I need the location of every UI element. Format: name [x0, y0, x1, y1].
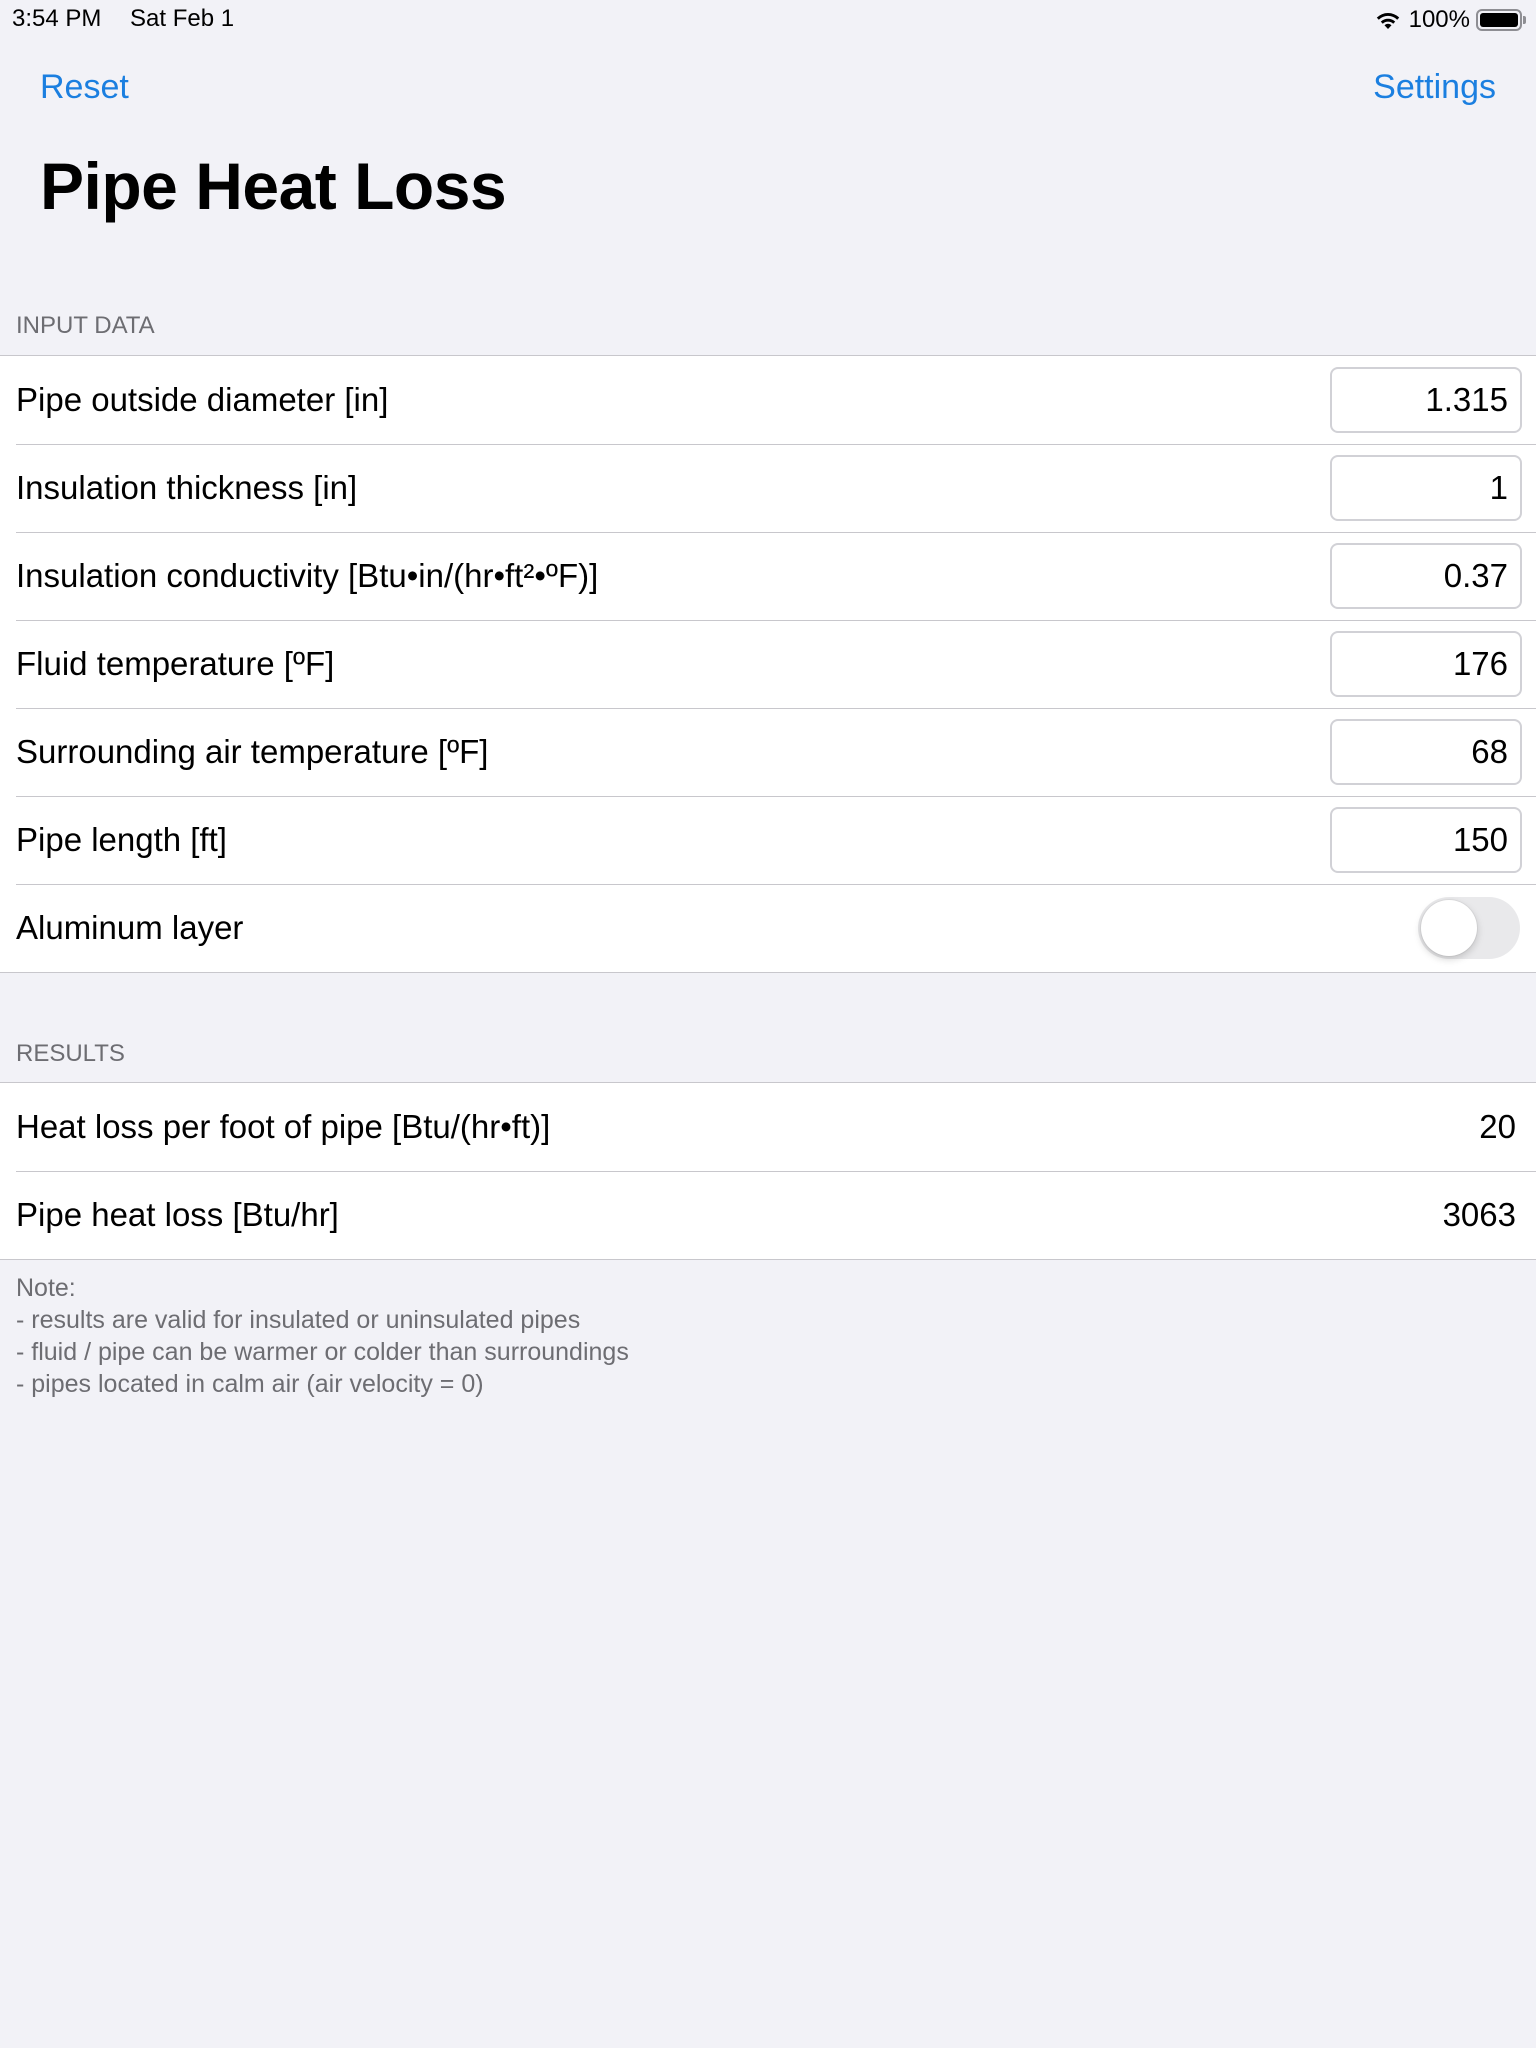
input-section-header: INPUT DATA: [16, 312, 155, 339]
battery-full-icon: [1476, 9, 1526, 31]
pipe-length-field[interactable]: [1330, 807, 1522, 873]
settings-button[interactable]: Settings: [1373, 68, 1496, 107]
input-row-aluminum-layer: Aluminum layer: [0, 884, 1536, 972]
results-table: Heat loss per foot of pipe [Btu/(hr•ft)]…: [0, 1082, 1536, 1260]
result-value: 3063: [1442, 1196, 1516, 1233]
note: Note: - results are valid for insulated …: [16, 1272, 629, 1400]
results-section-header: RESULTS: [16, 1040, 125, 1067]
input-label: Pipe outside diameter [in]: [16, 381, 389, 418]
result-value: 20: [1479, 1108, 1516, 1145]
input-table: Pipe outside diameter [in] Insulation th…: [0, 355, 1536, 973]
result-label: Heat loss per foot of pipe [Btu/(hr•ft)]: [16, 1108, 551, 1145]
result-row-pipe-heat-loss: Pipe heat loss [Btu/hr] 3063: [0, 1171, 1536, 1259]
input-label: Insulation conductivity [Btu•in/(hr•ft²•…: [16, 557, 599, 594]
aluminum-layer-toggle[interactable]: [1418, 897, 1520, 959]
input-row-pipe-diameter: Pipe outside diameter [in]: [0, 356, 1536, 444]
input-row-insulation-thickness: Insulation thickness [in]: [0, 444, 1536, 532]
note-line: - fluid / pipe can be warmer or colder t…: [16, 1338, 629, 1366]
insulation-thickness-field[interactable]: [1330, 455, 1522, 521]
note-title: Note:: [16, 1274, 76, 1302]
air-temperature-field[interactable]: [1330, 719, 1522, 785]
input-label: Insulation thickness [in]: [16, 469, 358, 506]
note-line: - results are valid for insulated or uni…: [16, 1306, 581, 1334]
reset-button[interactable]: Reset: [40, 68, 129, 107]
input-row-air-temperature: Surrounding air temperature [ºF]: [0, 708, 1536, 796]
insulation-conductivity-field[interactable]: [1330, 543, 1522, 609]
status-date: Sat Feb 1: [130, 5, 235, 32]
wifi-icon: [1376, 13, 1399, 29]
battery-percent: 100%: [1408, 6, 1470, 33]
input-label: Fluid temperature [ºF]: [16, 645, 335, 682]
toggle-knob: [1421, 900, 1477, 956]
status-time: 3:54 PM: [12, 5, 102, 32]
input-row-insulation-conductivity: Insulation conductivity [Btu•in/(hr•ft²•…: [0, 532, 1536, 620]
note-line: - pipes located in calm air (air velocit…: [16, 1370, 484, 1398]
fluid-temperature-field[interactable]: [1330, 631, 1522, 697]
result-label: Pipe heat loss [Btu/hr]: [16, 1196, 339, 1233]
toggle-label: Aluminum layer: [16, 909, 244, 946]
status-indicators: 100%: [1373, 6, 1526, 34]
input-label: Pipe length [ft]: [16, 821, 227, 858]
page-title: Pipe Heat Loss: [40, 149, 507, 223]
pipe-diameter-field[interactable]: [1330, 367, 1522, 433]
input-row-fluid-temperature: Fluid temperature [ºF]: [0, 620, 1536, 708]
input-label: Surrounding air temperature [ºF]: [16, 733, 489, 770]
input-row-pipe-length: Pipe length [ft]: [0, 796, 1536, 884]
result-row-heat-loss-per-foot: Heat loss per foot of pipe [Btu/(hr•ft)]…: [0, 1083, 1536, 1171]
status-bar: 3:54 PM Sat Feb 1 100%: [0, 0, 1536, 40]
